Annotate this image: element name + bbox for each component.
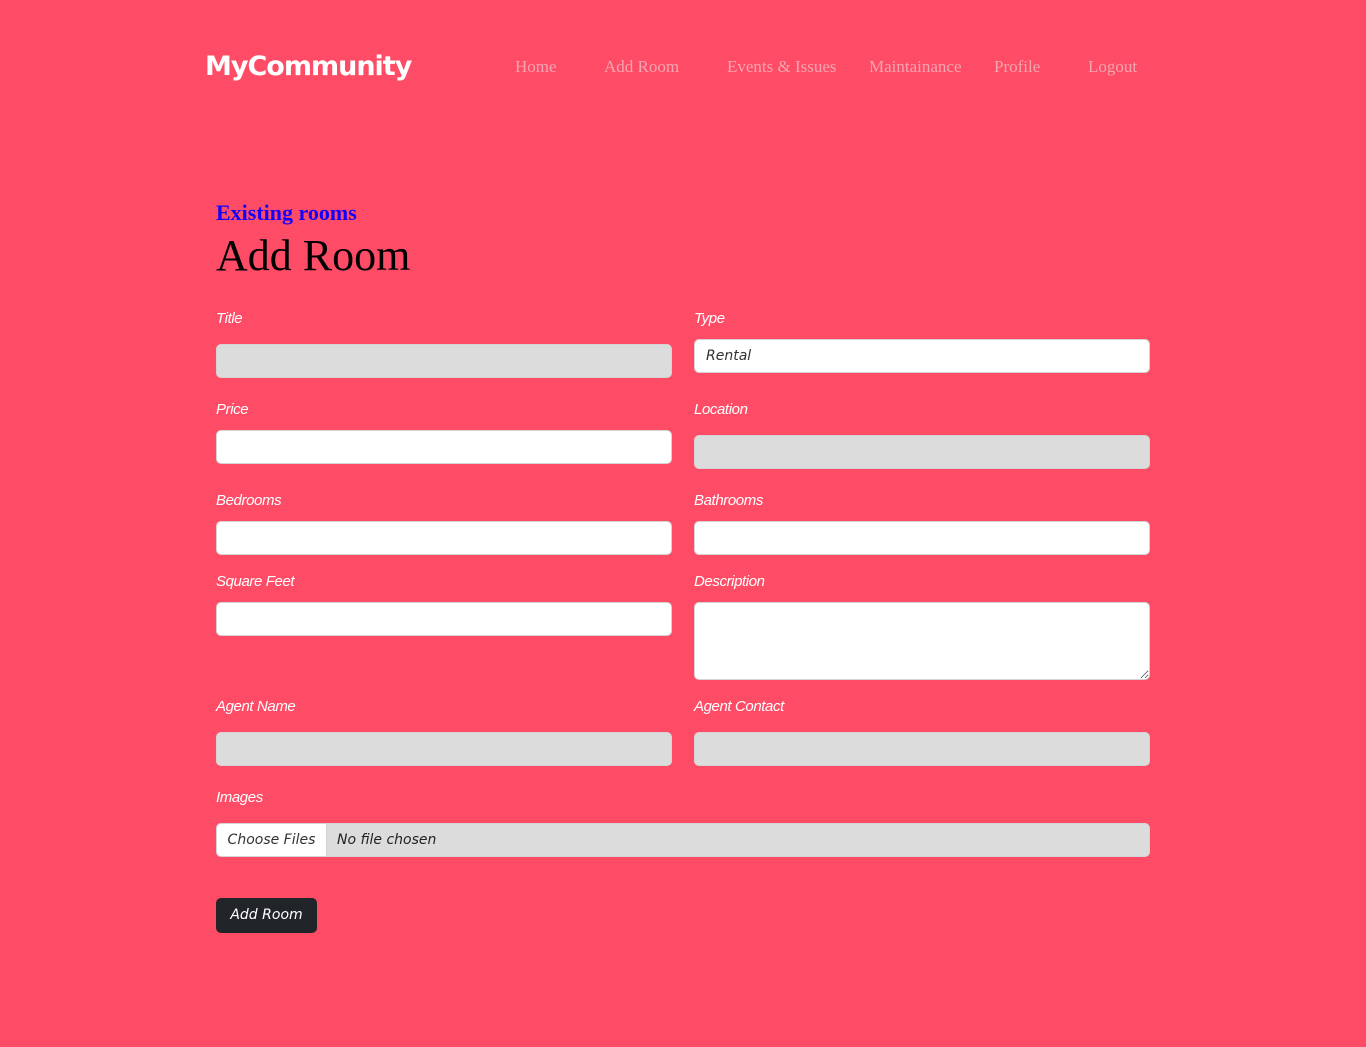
brand-logo[interactable]: MyCommunity — [205, 49, 412, 85]
choose-files-button[interactable]: Choose Files — [217, 824, 327, 856]
bathrooms-input[interactable] — [694, 521, 1150, 555]
nav-home[interactable]: Home — [515, 56, 557, 78]
price-label: Price — [216, 401, 249, 418]
type-label: Type — [694, 310, 725, 327]
square-feet-input[interactable] — [216, 602, 672, 636]
page-title: Add Room — [216, 231, 411, 280]
existing-rooms-link[interactable]: Existing rooms — [216, 199, 357, 227]
square-feet-label: Square Feet — [216, 573, 295, 590]
images-label: Images — [216, 789, 263, 806]
agent-name-label: Agent Name — [216, 698, 296, 715]
price-input[interactable] — [216, 430, 672, 464]
add-room-button[interactable]: Add Room — [216, 898, 317, 933]
nav-maintainance[interactable]: Maintainance — [869, 56, 962, 78]
bedrooms-label: Bedrooms — [216, 492, 282, 509]
bedrooms-input[interactable] — [216, 521, 672, 555]
title-input[interactable] — [216, 344, 672, 378]
agent-contact-input[interactable] — [694, 732, 1150, 766]
nav-logout[interactable]: Logout — [1088, 56, 1137, 78]
images-file-input[interactable]: Choose Files No file chosen — [216, 823, 1150, 857]
nav-events-issues[interactable]: Events & Issues — [727, 56, 837, 78]
description-label: Description — [694, 573, 765, 590]
location-label: Location — [694, 401, 748, 418]
location-input[interactable] — [694, 435, 1150, 469]
nav-add-room[interactable]: Add Room — [604, 56, 679, 78]
title-label: Title — [216, 310, 243, 327]
file-status-text: No file chosen — [337, 832, 437, 848]
bathrooms-label: Bathrooms — [694, 492, 763, 509]
nav-profile[interactable]: Profile — [994, 56, 1040, 78]
description-textarea[interactable] — [694, 602, 1150, 680]
agent-contact-label: Agent Contact — [694, 698, 784, 715]
type-input[interactable] — [694, 339, 1150, 373]
agent-name-input[interactable] — [216, 732, 672, 766]
